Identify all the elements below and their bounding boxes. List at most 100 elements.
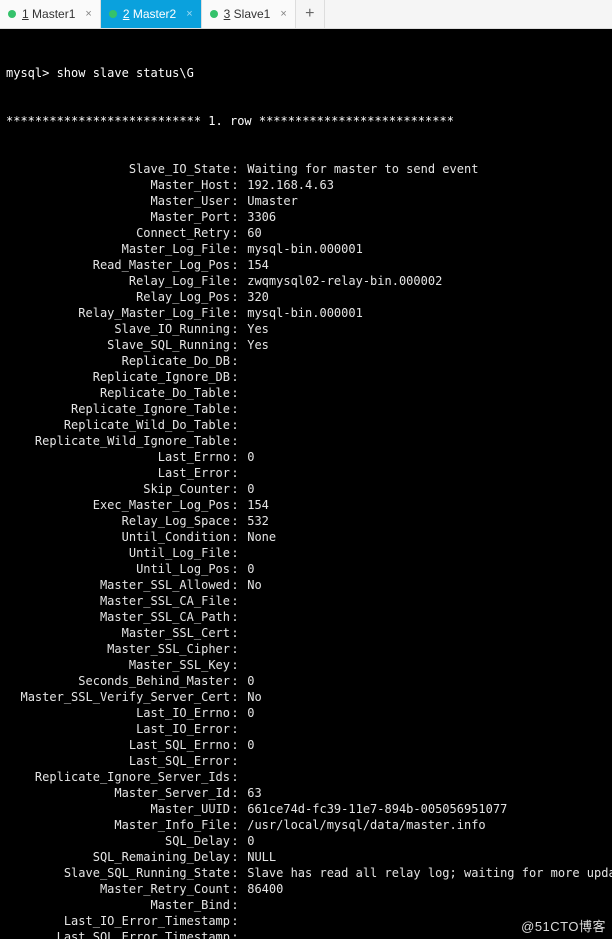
- close-icon[interactable]: ×: [85, 8, 91, 20]
- colon-separator: :: [230, 385, 240, 401]
- status-value: [240, 897, 606, 913]
- colon-separator: :: [230, 481, 240, 497]
- status-key: Master_SSL_Verify_Server_Cert: [6, 689, 230, 705]
- status-row: SQL_Remaining_Delay: NULL: [6, 849, 606, 865]
- status-row: Master_SSL_Allowed: No: [6, 577, 606, 593]
- status-row: Relay_Log_File: zwqmysql02-relay-bin.000…: [6, 273, 606, 289]
- status-row: Slave_IO_Running: Yes: [6, 321, 606, 337]
- status-value: Slave has read all relay log; waiting fo…: [240, 865, 612, 881]
- colon-separator: :: [230, 673, 240, 689]
- status-row: Replicate_Do_Table:: [6, 385, 606, 401]
- status-value: 0: [240, 673, 606, 689]
- status-key: Master_SSL_Cipher: [6, 641, 230, 657]
- terminal[interactable]: mysql> show slave status\G *************…: [0, 29, 612, 939]
- status-row: SQL_Delay: 0: [6, 833, 606, 849]
- status-value: NULL: [240, 849, 606, 865]
- status-row: Slave_SQL_Running: Yes: [6, 337, 606, 353]
- status-row: Replicate_Wild_Do_Table:: [6, 417, 606, 433]
- colon-separator: :: [230, 577, 240, 593]
- colon-separator: :: [230, 465, 240, 481]
- status-row: Last_Error:: [6, 465, 606, 481]
- status-row: Skip_Counter: 0: [6, 481, 606, 497]
- status-row: Seconds_Behind_Master: 0: [6, 673, 606, 689]
- status-key: Last_Errno: [6, 449, 230, 465]
- status-row: Until_Condition: None: [6, 529, 606, 545]
- status-key: Master_Bind: [6, 897, 230, 913]
- command-line: mysql> show slave status\G: [6, 65, 606, 81]
- colon-separator: :: [230, 497, 240, 513]
- status-key: Master_Log_File: [6, 241, 230, 257]
- status-value: mysql-bin.000001: [240, 305, 606, 321]
- status-key: Replicate_Wild_Do_Table: [6, 417, 230, 433]
- status-key: Until_Log_File: [6, 545, 230, 561]
- window: 1 Master1 × 2 Master2 × 3 Slave1 × + mys…: [0, 0, 612, 939]
- status-value: [240, 625, 606, 641]
- status-value: 86400: [240, 881, 606, 897]
- tab-hotkey: 1: [22, 7, 29, 21]
- close-icon[interactable]: ×: [280, 8, 286, 20]
- status-row: Slave_SQL_Running_State: Slave has read …: [6, 865, 606, 881]
- close-icon[interactable]: ×: [186, 8, 192, 20]
- status-row: Master_Host: 192.168.4.63: [6, 177, 606, 193]
- colon-separator: :: [230, 753, 240, 769]
- status-dot-icon: [210, 10, 218, 18]
- status-key: Master_SSL_Allowed: [6, 577, 230, 593]
- status-key: Master_UUID: [6, 801, 230, 817]
- status-key: Replicate_Ignore_DB: [6, 369, 230, 385]
- status-value: None: [240, 529, 606, 545]
- tab-label: Master1: [29, 7, 76, 21]
- colon-separator: :: [230, 689, 240, 705]
- status-value: [240, 385, 606, 401]
- status-value: Yes: [240, 321, 606, 337]
- colon-separator: :: [230, 929, 240, 939]
- status-value: 192.168.4.63: [240, 177, 606, 193]
- colon-separator: :: [230, 609, 240, 625]
- tab-bar: 1 Master1 × 2 Master2 × 3 Slave1 × +: [0, 0, 612, 29]
- status-row: Master_SSL_Verify_Server_Cert: No: [6, 689, 606, 705]
- tab-session-master1[interactable]: 1 Master1 ×: [0, 0, 101, 28]
- status-value: 154: [240, 497, 606, 513]
- status-value: 0: [240, 481, 606, 497]
- status-key: Last_SQL_Error_Timestamp: [6, 929, 230, 939]
- status-row: Replicate_Wild_Ignore_Table:: [6, 433, 606, 449]
- status-row: Until_Log_Pos: 0: [6, 561, 606, 577]
- status-key: Master_Server_Id: [6, 785, 230, 801]
- status-key: Last_IO_Error: [6, 721, 230, 737]
- colon-separator: :: [230, 417, 240, 433]
- status-row: Slave_IO_State: Waiting for master to se…: [6, 161, 606, 177]
- status-row: Read_Master_Log_Pos: 154: [6, 257, 606, 273]
- status-key: Relay_Log_Pos: [6, 289, 230, 305]
- tab-session-slave1[interactable]: 3 Slave1 ×: [202, 0, 296, 28]
- tab-session-master2[interactable]: 2 Master2 ×: [101, 0, 202, 28]
- status-value: 154: [240, 257, 606, 273]
- colon-separator: :: [230, 209, 240, 225]
- status-row: Master_SSL_CA_Path:: [6, 609, 606, 625]
- status-row: Exec_Master_Log_Pos: 154: [6, 497, 606, 513]
- colon-separator: :: [230, 241, 240, 257]
- colon-separator: :: [230, 305, 240, 321]
- status-value: [240, 753, 606, 769]
- status-value: No: [240, 689, 606, 705]
- colon-separator: :: [230, 913, 240, 929]
- status-row: Master_SSL_Cipher:: [6, 641, 606, 657]
- colon-separator: :: [230, 641, 240, 657]
- status-key: Master_SSL_CA_File: [6, 593, 230, 609]
- status-key: Master_Info_File: [6, 817, 230, 833]
- status-key: Last_IO_Error_Timestamp: [6, 913, 230, 929]
- status-row: Last_IO_Errno: 0: [6, 705, 606, 721]
- status-value: No: [240, 577, 606, 593]
- colon-separator: :: [230, 833, 240, 849]
- colon-separator: :: [230, 257, 240, 273]
- status-key: Master_Port: [6, 209, 230, 225]
- status-row: Master_Info_File: /usr/local/mysql/data/…: [6, 817, 606, 833]
- status-dot-icon: [8, 10, 16, 18]
- colon-separator: :: [230, 353, 240, 369]
- status-value: [240, 465, 606, 481]
- colon-separator: :: [230, 705, 240, 721]
- status-key: Replicate_Ignore_Server_Ids: [6, 769, 230, 785]
- status-row: Master_Retry_Count: 86400: [6, 881, 606, 897]
- status-key: Slave_SQL_Running: [6, 337, 230, 353]
- new-tab-button[interactable]: +: [296, 0, 325, 28]
- status-value: [240, 609, 606, 625]
- status-row: Last_SQL_Errno: 0: [6, 737, 606, 753]
